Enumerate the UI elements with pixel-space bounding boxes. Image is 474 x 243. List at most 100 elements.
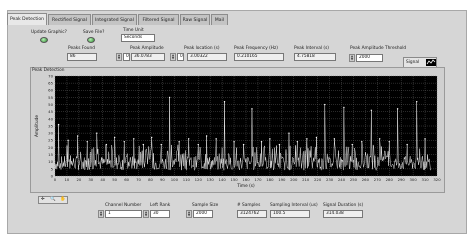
peak-marker bbox=[396, 108, 399, 110]
peak-marker bbox=[406, 143, 408, 146]
graph-tool-palette[interactable]: ✛ 🔍 ✋ bbox=[38, 196, 68, 204]
peak-marker bbox=[333, 138, 336, 140]
peak-marker bbox=[388, 141, 390, 143]
left-rank-stepper[interactable]: ▲ ▼ bbox=[143, 210, 149, 218]
x-tick-label: 110 bbox=[183, 177, 191, 182]
x-tick-label: 130 bbox=[207, 177, 215, 182]
y-tick-label: 55 bbox=[48, 95, 53, 100]
time-unit-label: Time Unit bbox=[123, 28, 144, 33]
tab-integrated-signal[interactable]: Integrated Signal bbox=[92, 14, 137, 25]
sample-size-field[interactable]: 2000 bbox=[193, 210, 213, 218]
x-tick-label: 90 bbox=[160, 177, 165, 182]
threshold-field[interactable]: 2000 bbox=[356, 54, 383, 62]
peak-location-index[interactable]: 0 bbox=[177, 53, 184, 61]
x-tick-label: 220 bbox=[314, 177, 322, 182]
pan-icon[interactable]: ✋ bbox=[60, 197, 66, 203]
peak-marker bbox=[424, 138, 426, 140]
sample-size-stepper[interactable]: ▲ ▼ bbox=[186, 210, 192, 218]
peak-marker bbox=[288, 132, 290, 134]
channel-number-stepper[interactable]: ▲ ▼ bbox=[98, 210, 104, 218]
peak-marker bbox=[343, 106, 345, 109]
x-tick-label: 290 bbox=[398, 177, 406, 182]
tab-raw-signal[interactable]: Raw Signal bbox=[180, 14, 210, 25]
y-tick-label: 25 bbox=[48, 138, 53, 143]
y-tick-label: 40 bbox=[48, 116, 53, 121]
peak-marker bbox=[233, 141, 235, 143]
num-samples-value: 3124762 bbox=[237, 210, 267, 218]
x-tick-label: 280 bbox=[386, 177, 394, 182]
peak-marker bbox=[188, 138, 190, 140]
x-tick-label: 210 bbox=[302, 177, 310, 182]
peak-marker bbox=[86, 141, 88, 143]
peak-marker bbox=[113, 136, 116, 139]
tab-rectified-signal[interactable]: Rectified Signal bbox=[48, 14, 91, 25]
y-tick-label: 60 bbox=[48, 88, 53, 93]
x-tick-label: 140 bbox=[219, 177, 227, 182]
x-tick-label: 20 bbox=[76, 177, 81, 182]
peak-location-label: Peak location (s) bbox=[184, 46, 220, 51]
peak-amplitude-label: Peak Amplitude bbox=[130, 46, 164, 51]
peak-marker bbox=[370, 109, 373, 111]
y-tick-label: 45 bbox=[48, 109, 53, 114]
channel-number-label: Channel Number bbox=[105, 203, 142, 208]
peak-marker bbox=[133, 138, 135, 140]
x-tick-label: 60 bbox=[124, 177, 129, 182]
peak-marker bbox=[379, 138, 381, 140]
update-graphic-toggle[interactable] bbox=[40, 37, 48, 43]
peak-location-value: 3.00322 bbox=[187, 53, 227, 61]
peak-amplitude-index[interactable]: 0 bbox=[123, 53, 130, 61]
peak-interval-value: 4.75818 bbox=[294, 53, 336, 61]
x-tick-label: 250 bbox=[350, 177, 358, 182]
graph-title: Peak Detection bbox=[32, 68, 65, 73]
peak-marker bbox=[361, 141, 363, 143]
x-tick-label: 0 bbox=[54, 177, 57, 182]
signal-duration-label: Signal Duration (s) bbox=[323, 203, 364, 208]
x-tick-label: 10 bbox=[65, 177, 70, 182]
peak-marker bbox=[76, 135, 79, 137]
threshold-label: Peak Amplitude Threshold bbox=[350, 46, 407, 51]
x-tick-label: 190 bbox=[278, 177, 286, 182]
zoom-icon[interactable]: 🔍 bbox=[50, 197, 56, 203]
crosshair-icon[interactable]: ✛ bbox=[41, 197, 45, 203]
save-file-toggle[interactable] bbox=[87, 37, 95, 43]
peak-marker bbox=[168, 96, 171, 99]
y-tick-label: 65 bbox=[48, 81, 53, 86]
x-tick-label: 70 bbox=[136, 177, 141, 182]
peak-marker bbox=[205, 135, 208, 137]
sampling-interval-label: Sampling Interval (us) bbox=[270, 203, 318, 208]
peak-detection-graph[interactable]: 05101520253035404550556065700 10 20 30 40 50 6… bbox=[30, 74, 445, 192]
tab-peak-detection[interactable]: Peak Detection bbox=[7, 13, 47, 25]
peak-marker bbox=[242, 143, 245, 146]
tab-mail[interactable]: Mail bbox=[211, 14, 228, 25]
threshold-stepper[interactable]: ▲ ▼ bbox=[349, 54, 355, 62]
peak-marker bbox=[269, 138, 271, 140]
tab-filtered-signal[interactable]: Filtered Signal bbox=[138, 14, 179, 25]
x-tick-label: 270 bbox=[374, 177, 382, 182]
peak-marker bbox=[123, 141, 125, 143]
left-rank-field[interactable]: 30 bbox=[150, 210, 170, 218]
peak-marker bbox=[296, 141, 299, 143]
peak-amplitude-stepper[interactable]: ▲ ▼ bbox=[116, 53, 122, 61]
sample-size-label: Sample Size bbox=[192, 203, 219, 208]
y-tick-label: 70 bbox=[48, 74, 53, 78]
x-tick-label: 120 bbox=[195, 177, 203, 182]
y-tick-label: 20 bbox=[48, 145, 53, 150]
x-tick-label: 310 bbox=[421, 177, 429, 182]
peak-marker bbox=[215, 138, 217, 140]
x-tick-label: 100 bbox=[171, 177, 179, 182]
x-tick-label: 160 bbox=[242, 177, 250, 182]
peak-marker bbox=[105, 143, 108, 146]
peak-marker bbox=[260, 141, 263, 143]
peak-marker bbox=[160, 143, 162, 146]
channel-number-field[interactable]: 1 bbox=[105, 210, 142, 218]
peak-location-stepper[interactable]: ▲ ▼ bbox=[170, 53, 176, 61]
time-unit-select[interactable]: Seconds bbox=[121, 34, 155, 42]
peak-marker bbox=[67, 139, 69, 141]
sampling-interval-value: 100.5 bbox=[270, 210, 310, 218]
peak-marker bbox=[223, 101, 226, 103]
x-tick-label: 240 bbox=[338, 177, 346, 182]
signal-duration-value: 314.038 bbox=[323, 210, 363, 218]
y-tick-label: 10 bbox=[48, 159, 53, 164]
y-tick-label: 50 bbox=[48, 102, 53, 107]
y-tick-label: 30 bbox=[48, 131, 53, 136]
